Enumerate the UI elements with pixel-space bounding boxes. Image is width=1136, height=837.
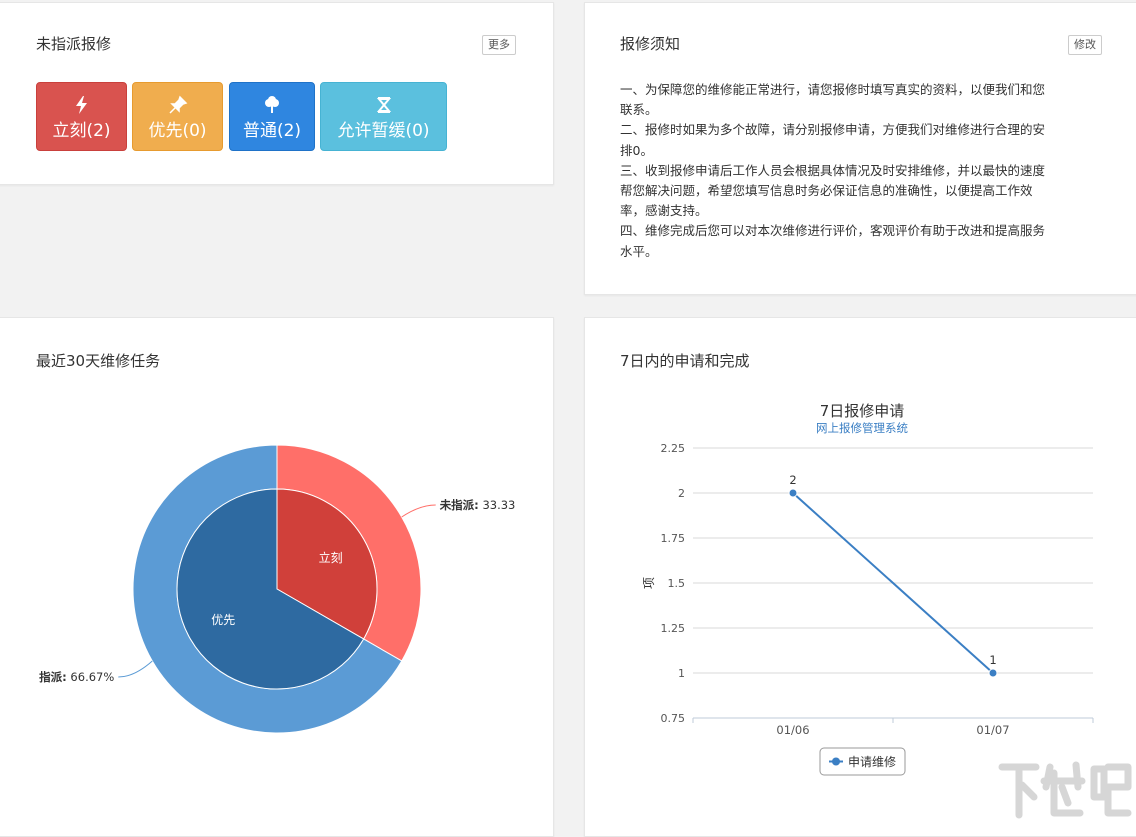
hourglass-icon bbox=[321, 95, 446, 115]
notice-line: 一、为保障您的维修能正常进行，请您报修时填写真实的资料，以便我们和您 bbox=[620, 82, 1046, 97]
notice-line: 三、收到报修申请后工作人员会根据具体情况及时安排维修，并以最快的速度 bbox=[620, 162, 1046, 178]
pie-chart: 立刻优先 未指派: 33.33 指派: 66.67% bbox=[39, 444, 516, 734]
normal-button[interactable]: 普通(2) bbox=[229, 82, 315, 151]
notice-line: 率，感谢支持。 bbox=[620, 203, 708, 219]
deferrable-button-label: 允许暂缓(0) bbox=[337, 121, 430, 141]
y-tick-label: 1.75 bbox=[661, 532, 686, 545]
pie-panel: 最近30天维修任务 立刻 优先 未指派: 33.33 指派: 66.67% bbox=[0, 317, 554, 837]
lightning-icon bbox=[37, 95, 126, 115]
pie-data-label: 指派: 66.67% bbox=[39, 670, 114, 684]
priority-button-label: 优先(0) bbox=[148, 121, 207, 141]
legend: 申请维修 bbox=[819, 747, 906, 776]
normal-button-label: 普通(2) bbox=[242, 121, 302, 141]
unassigned-panel: 未指派报修 更多 立刻(2) 优先(0) 普通(2) 允许暂缓(0) bbox=[0, 2, 554, 185]
line-chart: 7日报修申请网上报修管理系统 2.25 2 1.75 1.5 1.25 1 0.75 01/06… bbox=[642, 402, 1094, 776]
pie-data-label: 未指派: 33.33 bbox=[439, 498, 516, 512]
notice-line: 帮您解决问题，希望您填写信息时务必保证信息的准确性，以便提高工作效 bbox=[620, 183, 1033, 199]
notice-line: 四、维修完成后您可以对本次维修进行评价，客观评价有助于改进和提高服务 bbox=[620, 223, 1046, 239]
y-tick-label: 1.5 bbox=[668, 577, 686, 590]
y-tick-label: 2.25 bbox=[661, 442, 686, 455]
line-chart-subtitle: 网上报修管理系统 bbox=[816, 421, 908, 435]
immediate-button-label: 立刻(2) bbox=[52, 121, 111, 141]
notice-line: 水平。 bbox=[620, 243, 658, 259]
data-label: 1 bbox=[989, 653, 996, 667]
notice-line: 联系。 bbox=[620, 102, 658, 118]
y-tick-label: 2 bbox=[678, 487, 685, 500]
legend-label: 申请维修 bbox=[848, 754, 896, 769]
priority-button[interactable]: 优先(0) bbox=[132, 82, 223, 151]
pie-leader-line bbox=[401, 504, 436, 518]
pie-leader-line bbox=[118, 660, 153, 678]
data-label: 2 bbox=[789, 473, 796, 487]
data-point bbox=[988, 668, 998, 678]
pin-icon bbox=[133, 95, 222, 115]
notice-line: 二、报修时如果为多个故障，请分别报修申请，方便我们对维修进行合理的安 bbox=[620, 122, 1046, 138]
notice-title: 报修须知 bbox=[620, 35, 681, 53]
data-point bbox=[788, 488, 798, 498]
y-tick-label: 1 bbox=[678, 667, 685, 680]
tree-icon bbox=[230, 95, 314, 115]
watermark-logo bbox=[996, 757, 1132, 821]
x-tick-label: 01/06 bbox=[776, 723, 809, 737]
deferrable-button[interactable]: 允许暂缓(0) bbox=[320, 82, 447, 151]
immediate-button[interactable]: 立刻(2) bbox=[36, 82, 127, 151]
y-tick-label: 0.75 bbox=[661, 712, 686, 725]
notice-line: 排0。 bbox=[620, 142, 653, 158]
notice-text: 一、为保障您的维修能正常进行，请您报修时填写真实的资料，以便我们和您 联系。 二… bbox=[620, 80, 1110, 262]
more-button[interactable]: 更多 bbox=[482, 35, 516, 55]
inner-pie-label: 优先 bbox=[211, 613, 235, 627]
inner-pie-label: 立刻 bbox=[319, 550, 343, 565]
x-tick-label: 01/07 bbox=[976, 723, 1009, 737]
notice-panel: 报修须知 修改 一、为保障您的维修能正常进行，请您报修时填写真实的资料，以便我们… bbox=[584, 2, 1136, 295]
unassigned-title: 未指派报修 bbox=[36, 35, 112, 53]
line-chart-title: 7日报修申请 bbox=[820, 402, 905, 420]
edit-button[interactable]: 修改 bbox=[1068, 35, 1102, 55]
legend-marker bbox=[832, 757, 840, 766]
y-axis-label: 项 bbox=[642, 577, 656, 589]
y-tick-label: 1.25 bbox=[661, 622, 686, 635]
